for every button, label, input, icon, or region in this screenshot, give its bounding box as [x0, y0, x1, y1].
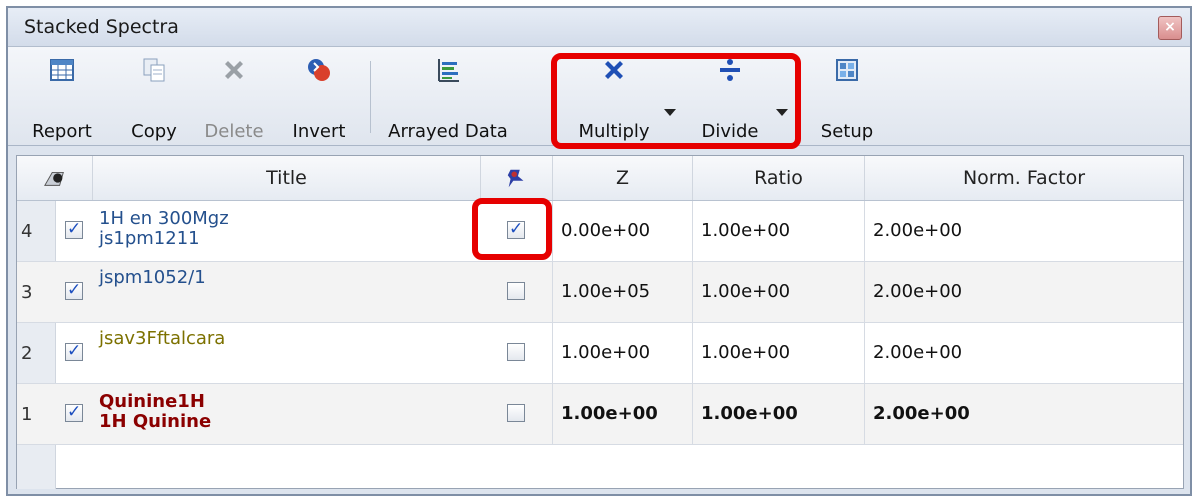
row-title[interactable]: Quinine1H 1H Quinine [99, 392, 211, 432]
setup-button[interactable]: Setup [814, 53, 880, 142]
copy-label: Copy [131, 121, 177, 142]
row-visible-checkbox[interactable] [65, 280, 83, 300]
table-row[interactable]: 2 jsav3Fftalcara 1.00e+00 1.00e+00 2.00e… [17, 323, 1183, 384]
norm-factor-cell[interactable]: 2.00e+00 [865, 323, 1183, 383]
row-visible-checkbox[interactable] [65, 402, 83, 422]
table-row[interactable]: 3 jspm1052/1 1.00e+05 1.00e+00 2.00e+00 [17, 262, 1183, 323]
row-title[interactable]: 1H en 300Mgz js1pm1211 [99, 209, 229, 249]
setup-icon [836, 59, 858, 81]
column-ratio-header[interactable]: Ratio [693, 156, 865, 200]
column-visibility-header[interactable] [17, 156, 93, 200]
table-header: Title Z Ratio Norm. Factor [17, 156, 1183, 201]
z-cell[interactable]: 1.00e+05 [553, 262, 693, 322]
copy-icon [143, 58, 165, 82]
multiply-divide-highlight [551, 53, 801, 149]
row-title-line2: js1pm1211 [99, 228, 200, 249]
toolbar-separator [370, 61, 371, 133]
row-number: 1 [21, 404, 33, 425]
row-title-line1: Quinine1H [99, 391, 205, 412]
close-button[interactable]: × [1158, 16, 1182, 40]
norm-factor-cell[interactable]: 2.00e+00 [865, 384, 1183, 444]
spectra-table: Title Z Ratio Norm. Factor 4 1H en 300Mg… [16, 155, 1184, 489]
eye-icon [43, 172, 64, 186]
pin-cell [481, 323, 553, 383]
column-norm-factor-header[interactable]: Norm. Factor [865, 156, 1183, 200]
ratio-cell[interactable]: 1.00e+00 [693, 384, 865, 444]
invert-label: Invert [292, 121, 346, 142]
delete-button[interactable]: Delete [198, 53, 270, 142]
row-title-line2: 1H Quinine [99, 411, 212, 432]
pin-icon [507, 169, 523, 188]
title-bar[interactable]: Stacked Spectra × [8, 8, 1190, 47]
row-number: 3 [21, 282, 33, 303]
pin-checkbox[interactable] [507, 282, 525, 300]
setup-label: Setup [820, 121, 874, 142]
window-title: Stacked Spectra [24, 16, 179, 38]
norm-factor-cell[interactable]: 2.00e+00 [865, 201, 1183, 261]
pin-checkbox[interactable] [507, 404, 525, 422]
table-row[interactable]: 1 Quinine1H 1H Quinine 1.00e+00 1.00e+00… [17, 384, 1183, 445]
ratio-cell[interactable]: 1.00e+00 [693, 262, 865, 322]
ratio-cell[interactable]: 1.00e+00 [693, 323, 865, 383]
row-title[interactable]: jspm1052/1 [99, 268, 206, 288]
column-title-header[interactable]: Title [93, 156, 481, 200]
copy-button[interactable]: Copy [118, 53, 190, 142]
report-button[interactable]: Report [16, 53, 108, 142]
stacked-spectra-window: Stacked Spectra × Report Copy Delete Inv… [6, 6, 1192, 496]
ratio-cell[interactable]: 1.00e+00 [693, 201, 865, 261]
row-title-line1: 1H en 300Mgz [99, 208, 229, 229]
invert-icon [308, 59, 330, 81]
row-number: 2 [21, 343, 33, 364]
column-pin-header[interactable] [481, 156, 553, 200]
pin-cell [481, 262, 553, 322]
row-number: 4 [21, 221, 33, 242]
pin-checkbox-highlight [472, 198, 552, 260]
arrayed-data-icon [438, 59, 459, 82]
arrayed-data-button[interactable]: Arrayed Data [378, 53, 518, 142]
row-title[interactable]: jsav3Fftalcara [99, 329, 225, 349]
report-icon [50, 59, 74, 81]
row-visible-checkbox[interactable] [65, 341, 83, 361]
delete-label: Delete [204, 121, 264, 142]
table-row[interactable]: 4 1H en 300Mgz js1pm1211 0.00e+00 1.00e+… [17, 201, 1183, 262]
report-label: Report [32, 121, 92, 142]
column-z-header[interactable]: Z [553, 156, 693, 200]
pin-cell [481, 384, 553, 444]
z-cell[interactable]: 1.00e+00 [553, 384, 693, 444]
z-cell[interactable]: 1.00e+00 [553, 323, 693, 383]
pin-checkbox[interactable] [507, 343, 525, 361]
delete-icon [225, 61, 243, 79]
arrayed-data-label: Arrayed Data [388, 121, 508, 142]
row-visible-checkbox[interactable] [65, 219, 83, 239]
z-cell[interactable]: 0.00e+00 [553, 201, 693, 261]
invert-button[interactable]: Invert [278, 53, 360, 142]
norm-factor-cell[interactable]: 2.00e+00 [865, 262, 1183, 322]
